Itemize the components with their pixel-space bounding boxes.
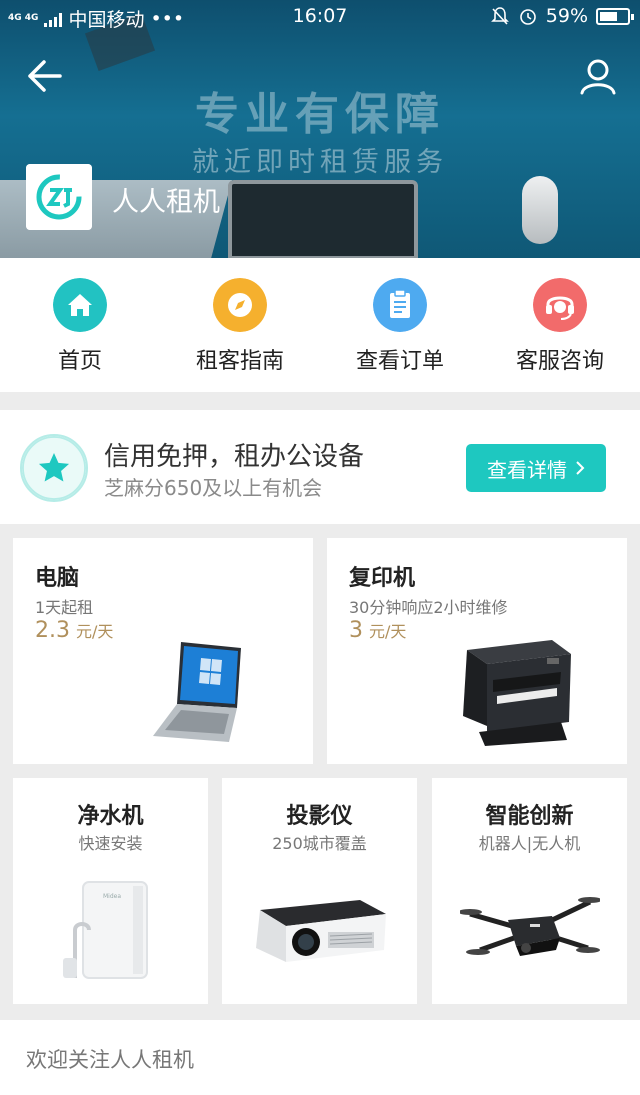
footer-welcome-text: 欢迎关注人人租机 [26, 1048, 194, 1072]
svg-text:Midea: Midea [103, 893, 121, 900]
nav-item-orders[interactable]: 查看订单 [320, 258, 480, 392]
product-card-projector[interactable]: 投影仪 250城市覆盖 [222, 778, 417, 1004]
product-subtitle: 快速安装 [78, 834, 143, 853]
product-card-copier[interactable]: 复印机 30分钟响应2小时维修 3 元/天 [327, 538, 627, 764]
compass-icon [213, 278, 267, 332]
credit-promo: 信用免押，租办公设备 芝麻分650及以上有机会 查看详情 [0, 410, 640, 524]
product-card-purifier[interactable]: 净水机 快速安装 Midea [13, 778, 208, 1004]
product-title: 电脑 [35, 566, 80, 591]
price-unit: 元/天 [76, 622, 114, 641]
product-price: 3 元/天 [349, 618, 406, 643]
view-details-button[interactable]: 查看详情 [466, 444, 606, 492]
product-title: 投影仪 [286, 804, 353, 829]
nav-item-guide[interactable]: 租客指南 [160, 258, 320, 392]
battery-icon [596, 7, 634, 25]
water-purifier-icon: Midea [63, 881, 148, 979]
banner-laptop-decor [228, 180, 418, 258]
nav-label-support: 客服咨询 [515, 349, 604, 374]
drone-icon [460, 897, 600, 956]
product-subtitle: 30分钟响应2小时维修 [349, 598, 508, 617]
star-icon [20, 434, 88, 502]
mute-bell-icon [490, 7, 509, 25]
printer-icon [463, 640, 571, 746]
product-subtitle: 1天起租 [35, 598, 94, 617]
nav-label-home: 首页 [57, 349, 102, 374]
product-subtitle: 机器人|无人机 [478, 834, 581, 853]
product-title: 净水机 [77, 804, 144, 829]
header-banner: 4G 4G 中国移动 ••• 16:07 59% 专业有保障 就近即时租赁服务 … [0, 0, 640, 258]
laptop-icon [153, 642, 241, 742]
banner-mouse-decor [522, 176, 558, 244]
nav-item-support[interactable]: 客服咨询 [480, 258, 640, 392]
product-subtitle: 250城市覆盖 [272, 834, 367, 853]
nav-label-guide: 租客指南 [195, 349, 284, 374]
battery-percent: 59% [545, 5, 588, 27]
product-card-innovation[interactable]: 智能创新 机器人|无人机 [432, 778, 627, 1004]
product-title: 智能创新 [485, 804, 574, 829]
home-icon [53, 278, 107, 332]
footer: 欢迎关注人人租机 [0, 1020, 640, 1095]
chevron-right-icon [576, 461, 585, 475]
price-value: 2.3 [35, 618, 70, 643]
projector-icon [256, 900, 386, 962]
product-title: 复印机 [349, 566, 416, 591]
product-price: 2.3 元/天 [35, 618, 113, 643]
product-card-computer[interactable]: 电脑 1天起租 2.3 元/天 [13, 538, 313, 764]
price-unit: 元/天 [369, 622, 407, 641]
clipboard-icon [373, 278, 427, 332]
brand-logo-icon [26, 164, 92, 230]
view-details-label: 查看详情 [487, 457, 567, 482]
nav-label-orders: 查看订单 [355, 349, 444, 374]
banner-headline: 专业有保障 [195, 89, 445, 140]
alarm-icon [519, 9, 536, 25]
price-value: 3 [349, 618, 363, 643]
credit-title: 信用免押，租办公设备 [104, 442, 365, 472]
brand-name: 人人租机 [112, 187, 220, 218]
nav-item-home[interactable]: 首页 [0, 258, 160, 392]
credit-subtitle: 芝麻分650及以上有机会 [104, 476, 323, 500]
banner-subline: 就近即时租赁服务 [192, 147, 448, 178]
status-bar: 4G 4G 中国移动 ••• 16:07 59% [0, 0, 640, 34]
headset-icon [533, 278, 587, 332]
main-nav: 首页 租客指南 查看订单 客服咨询 [0, 258, 640, 392]
